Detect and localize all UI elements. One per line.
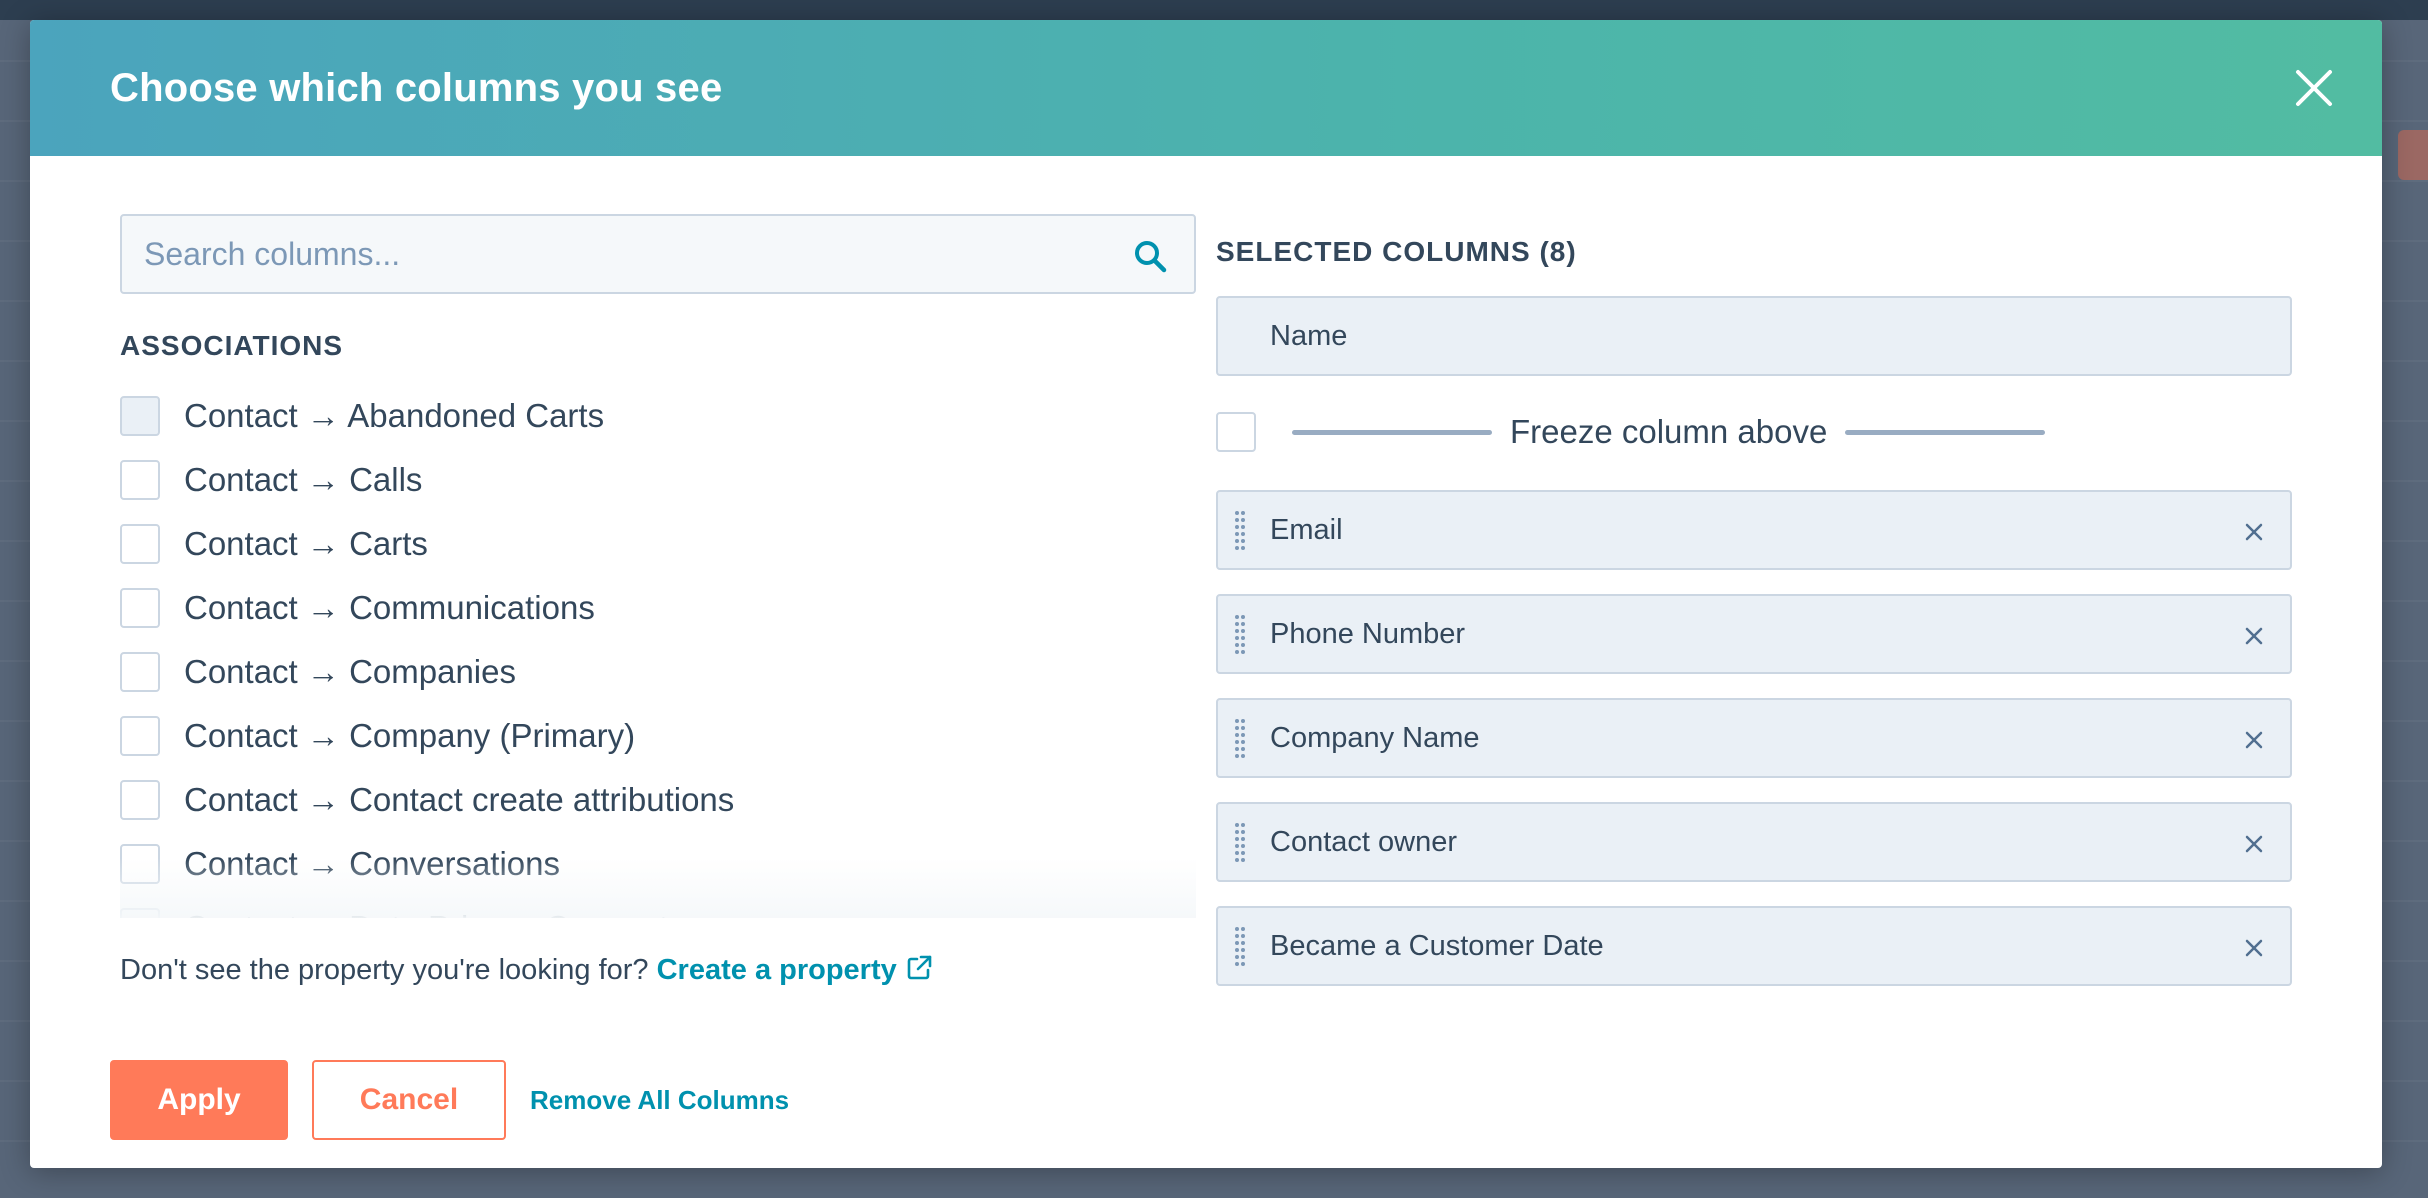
external-link-icon[interactable]	[905, 954, 933, 982]
checkbox[interactable]	[120, 588, 160, 628]
remove-column-icon[interactable]	[2240, 622, 2268, 650]
column-name: Company Name	[1270, 721, 1480, 754]
freeze-divider-right	[1845, 429, 2046, 435]
associations-list: Contact → Abandoned Carts Contact → Call…	[120, 384, 1196, 918]
selected-column-item[interactable]: Company Name	[1216, 698, 2292, 778]
checkbox[interactable]	[120, 460, 160, 500]
list-item-label: Contact → Data Privacy Consents	[184, 909, 685, 918]
list-item[interactable]: Contact → Conversations	[120, 832, 1196, 896]
drag-handle-icon[interactable]	[1234, 822, 1246, 866]
list-item-label: Contact → Abandoned Carts	[184, 397, 605, 434]
freeze-checkbox[interactable]	[1216, 412, 1256, 452]
list-item[interactable]: Contact → Data Privacy Consents	[120, 896, 1196, 918]
create-property-note: Don't see the property you're looking fo…	[120, 954, 933, 987]
remove-column-icon[interactable]	[2240, 726, 2268, 754]
list-item[interactable]: Contact → Contact create attributions	[120, 768, 1196, 832]
column-name: Became a Customer Date	[1270, 929, 1604, 962]
selected-column-item[interactable]: Email	[1216, 490, 2292, 570]
column-name: Email	[1270, 513, 1343, 546]
checkbox[interactable]	[120, 524, 160, 564]
modal-header: Choose which columns you see	[30, 20, 2382, 156]
modal-title: Choose which columns you see	[110, 65, 723, 110]
column-name: Phone Number	[1270, 617, 1466, 650]
associations-heading: ASSOCIATIONS	[120, 330, 344, 361]
drag-handle-icon[interactable]	[1234, 718, 1246, 762]
list-item-label: Contact → Contact create attributions	[184, 781, 735, 818]
freeze-column-row: Freeze column above	[1216, 392, 2292, 472]
checkbox[interactable]	[120, 716, 160, 756]
selected-column-item[interactable]: Became a Customer Date	[1216, 906, 2292, 986]
search-input[interactable]	[122, 216, 1194, 292]
list-item-label: Contact → Calls	[184, 461, 423, 498]
drag-handle-icon[interactable]	[1234, 614, 1246, 658]
note-text: Don't see the property you're looking fo…	[120, 954, 657, 986]
list-item-label: Contact → Communications	[184, 589, 595, 626]
list-item[interactable]: Contact → Companies	[120, 640, 1196, 704]
column-name: Name	[1270, 319, 1348, 352]
cancel-button[interactable]: Cancel	[312, 1060, 506, 1140]
checkbox[interactable]	[120, 844, 160, 884]
remove-column-icon[interactable]	[2240, 830, 2268, 858]
modal-footer-actions: Apply Cancel Remove All Columns	[110, 1060, 789, 1140]
available-columns-panel: ASSOCIATIONS Contact → Abandoned Carts C…	[120, 214, 1196, 918]
column-name: Contact owner	[1270, 825, 1457, 858]
remove-column-icon[interactable]	[2240, 934, 2268, 962]
drag-handle-icon[interactable]	[1234, 926, 1246, 970]
list-item-label: Contact → Conversations	[184, 845, 561, 882]
backdrop-accent	[2398, 130, 2428, 180]
list-item-label: Contact → Company (Primary)	[184, 717, 636, 754]
drag-handle-icon[interactable]	[1234, 510, 1246, 554]
checkbox[interactable]	[120, 908, 160, 918]
freeze-label: Freeze column above	[1510, 413, 1828, 450]
checkbox[interactable]	[120, 780, 160, 820]
list-item[interactable]: Contact → Carts	[120, 512, 1196, 576]
remove-column-icon[interactable]	[2240, 518, 2268, 546]
close-icon[interactable]	[2290, 64, 2338, 112]
create-property-link[interactable]: Create a property	[657, 954, 897, 986]
apply-button[interactable]: Apply	[110, 1060, 288, 1140]
checkbox[interactable]	[120, 396, 160, 436]
selected-columns-panel: SELECTED COLUMNS (8) Name Freeze column …	[1216, 214, 2292, 986]
list-item-label: Contact → Companies	[184, 653, 516, 690]
column-chooser-modal: Choose which columns you see ASSOCIATION…	[30, 20, 2382, 1168]
selected-column-item[interactable]: Contact owner	[1216, 802, 2292, 882]
search-box	[120, 214, 1196, 294]
selected-column-item[interactable]: Phone Number	[1216, 594, 2292, 674]
search-icon[interactable]	[1132, 238, 1168, 274]
list-item[interactable]: Contact → Communications	[120, 576, 1196, 640]
list-item[interactable]: Contact → Calls	[120, 448, 1196, 512]
frozen-column-item: Name	[1216, 296, 2292, 376]
list-item-label: Contact → Carts	[184, 525, 428, 562]
selected-columns-heading: SELECTED COLUMNS (8)	[1216, 236, 1577, 267]
checkbox[interactable]	[120, 652, 160, 692]
list-item[interactable]: Contact → Company (Primary)	[120, 704, 1196, 768]
freeze-divider-left	[1292, 429, 1492, 435]
list-item[interactable]: Contact → Abandoned Carts	[120, 384, 1196, 448]
remove-all-columns-link[interactable]: Remove All Columns	[530, 1085, 789, 1116]
